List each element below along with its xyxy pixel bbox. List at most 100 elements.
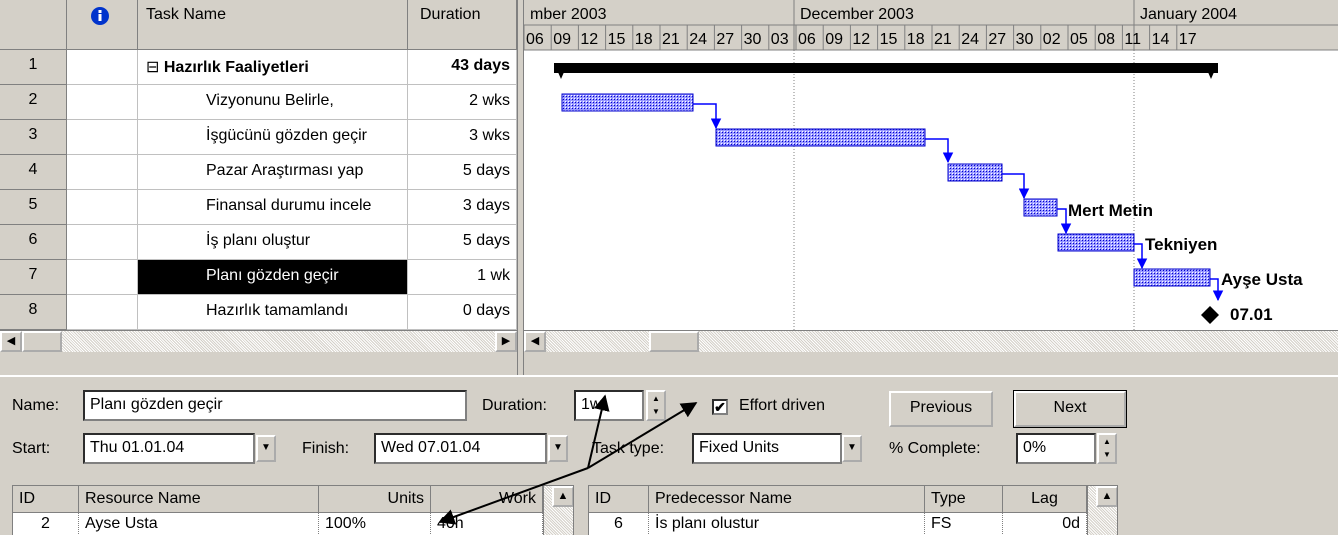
row-id-cell[interactable]: 7 <box>0 260 67 295</box>
task-name-cell[interactable]: Finansal durumu incele <box>138 190 408 225</box>
gantt-hscrollbar[interactable]: ◀ <box>524 330 1338 352</box>
pred-id-header[interactable]: ID <box>589 486 649 513</box>
row-indicator-cell[interactable] <box>67 155 138 190</box>
complete-field[interactable]: 0% <box>1016 433 1096 464</box>
predecessor-vscrollbar[interactable]: ▲ <box>1087 486 1117 535</box>
task-bar[interactable] <box>561 93 694 112</box>
row-id-cell[interactable]: 4 <box>0 155 67 190</box>
row-id-cell[interactable]: 6 <box>0 225 67 260</box>
task-name-cell[interactable]: İş planı oluştur <box>138 225 408 260</box>
grid-hscrollbar[interactable]: ◀ ▶ <box>0 330 517 352</box>
next-button[interactable]: Next <box>1013 390 1127 428</box>
name-field[interactable]: Planı gözden geçir <box>83 390 467 421</box>
table-row[interactable]: 8 Hazırlık tamamlandı 0 days <box>0 295 517 330</box>
task-name-header[interactable]: Task Name <box>138 0 408 50</box>
pred-scroll-up-icon[interactable]: ▲ <box>1096 486 1117 507</box>
duration-cell[interactable]: 2 wks <box>408 85 517 120</box>
indicator-header[interactable] <box>67 0 138 50</box>
row-indicator-cell[interactable] <box>67 260 138 295</box>
scroll-right-icon[interactable]: ▶ <box>495 331 517 352</box>
start-field[interactable]: Thu 01.01.04 <box>83 433 255 464</box>
duration-cell[interactable]: 3 days <box>408 190 517 225</box>
scroll-left-icon[interactable]: ◀ <box>0 331 22 352</box>
start-dropdown-icon[interactable]: ▼ <box>256 435 276 462</box>
table-row[interactable]: 5 Finansal durumu incele 3 days <box>0 190 517 225</box>
task-grid: Task Name Duration 1 ⊟ Hazırlık Faaliyetl… <box>0 0 517 330</box>
row-id-cell[interactable]: 8 <box>0 295 67 330</box>
table-row[interactable]: 1 ⊟ Hazırlık Faaliyetleri 43 days <box>0 50 517 85</box>
task-bar[interactable] <box>1057 233 1135 252</box>
row-indicator-cell[interactable] <box>67 85 138 120</box>
table-row[interactable]: 2 Vizyonunu Belirle, 2 wks <box>0 85 517 120</box>
task-name-cell[interactable]: Pazar Araştırması yap <box>138 155 408 190</box>
predecessor-table: ID Predecessor Name Type Lag 6 İs planı … <box>588 485 1118 535</box>
units-header[interactable]: Units <box>319 486 431 513</box>
pred-lag-cell[interactable]: 0d <box>1003 513 1087 535</box>
duration-cell[interactable]: 43 days <box>408 50 517 85</box>
duration-header[interactable]: Duration <box>408 0 517 50</box>
row-indicator-cell[interactable] <box>67 190 138 225</box>
task-name-cell[interactable]: Hazırlık tamamlandı <box>138 295 408 330</box>
grid-scroll-thumb[interactable] <box>22 331 62 352</box>
duration-cell[interactable]: 3 wks <box>408 120 517 155</box>
task-bar[interactable] <box>715 128 926 147</box>
pred-type-cell[interactable]: FS <box>925 513 1003 535</box>
task-bar[interactable] <box>1023 198 1058 217</box>
task-bar[interactable] <box>1133 268 1211 287</box>
pred-type-header[interactable]: Type <box>925 486 1003 513</box>
table-row[interactable]: 7 Planı gözden geçir 1 wk <box>0 260 517 295</box>
duration-cell[interactable]: 0 days <box>408 295 517 330</box>
duration-cell[interactable]: 5 days <box>408 225 517 260</box>
row-indicator-cell[interactable] <box>67 295 138 330</box>
grid-corner[interactable] <box>0 0 67 50</box>
resource-name-header[interactable]: Resource Name <box>79 486 319 513</box>
task-type-select[interactable]: Fixed Units <box>692 433 842 464</box>
task-name-cell[interactable]: ⊟ Hazırlık Faaliyetleri <box>138 50 408 85</box>
complete-spinner[interactable]: ▲ ▼ <box>1097 433 1117 464</box>
pred-lag-header[interactable]: Lag <box>1003 486 1087 513</box>
row-id-cell[interactable]: 3 <box>0 120 67 155</box>
summary-bar[interactable] <box>554 63 1218 73</box>
gantt-scroll-left-icon[interactable]: ◀ <box>524 331 546 352</box>
units-cell[interactable]: 100% <box>319 513 431 535</box>
table-row[interactable]: 6 İş planı oluştur 5 days <box>0 225 517 260</box>
milestone-diamond[interactable] <box>1201 306 1219 324</box>
gantt-scroll-thumb[interactable] <box>649 331 699 352</box>
table-row[interactable]: 4 Pazar Araştırması yap 5 days <box>0 155 517 190</box>
row-indicator-cell[interactable] <box>67 50 138 85</box>
work-cell[interactable]: 40h <box>431 513 543 535</box>
duration-spinner[interactable]: ▲ ▼ <box>646 390 666 421</box>
row-id-cell[interactable]: 1 <box>0 50 67 85</box>
row-id-cell[interactable]: 5 <box>0 190 67 225</box>
duration-cell[interactable]: 5 days <box>408 155 517 190</box>
finish-field[interactable]: Wed 07.01.04 <box>374 433 547 464</box>
resource-name-cell[interactable]: Ayse Usta <box>79 513 319 535</box>
row-id-cell[interactable]: 2 <box>0 85 67 120</box>
table-row[interactable]: 3 İşgücünü gözden geçir 3 wks <box>0 120 517 155</box>
duration-field[interactable]: 1w <box>574 390 644 421</box>
task-name-cell[interactable]: Planı gözden geçir <box>138 260 408 295</box>
row-indicator-cell[interactable] <box>67 120 138 155</box>
pred-id-cell[interactable]: 6 <box>589 513 649 535</box>
pred-name-cell[interactable]: İs planı olustur <box>649 513 925 535</box>
effort-driven-checkbox[interactable]: ✔ <box>712 399 728 415</box>
finish-dropdown-icon[interactable]: ▼ <box>548 435 568 462</box>
task-bar[interactable] <box>947 163 1003 182</box>
row-indicator-cell[interactable] <box>67 225 138 260</box>
duration-cell[interactable]: 1 wk <box>408 260 517 295</box>
task-type-dropdown-icon[interactable]: ▼ <box>842 435 862 462</box>
task-name-cell[interactable]: İşgücünü gözden geçir <box>138 120 408 155</box>
resource-scroll-up-icon[interactable]: ▲ <box>552 486 573 507</box>
work-header[interactable]: Work <box>431 486 543 513</box>
task-name-text: Hazırlık Faaliyetleri <box>163 59 309 76</box>
view-splitter[interactable] <box>517 0 524 375</box>
resource-label: Mert Metin <box>1068 201 1153 220</box>
previous-button[interactable]: Previous <box>889 391 993 427</box>
collapse-icon[interactable]: ⊟ <box>146 59 164 76</box>
resource-vscrollbar[interactable]: ▲ <box>543 486 573 535</box>
task-name-cell[interactable]: Vizyonunu Belirle, <box>138 85 408 120</box>
pred-name-header[interactable]: Predecessor Name <box>649 486 925 513</box>
resource-id-cell[interactable]: 2 <box>13 513 79 535</box>
duration-label: Duration: <box>482 397 547 414</box>
resource-id-header[interactable]: ID <box>13 486 79 513</box>
